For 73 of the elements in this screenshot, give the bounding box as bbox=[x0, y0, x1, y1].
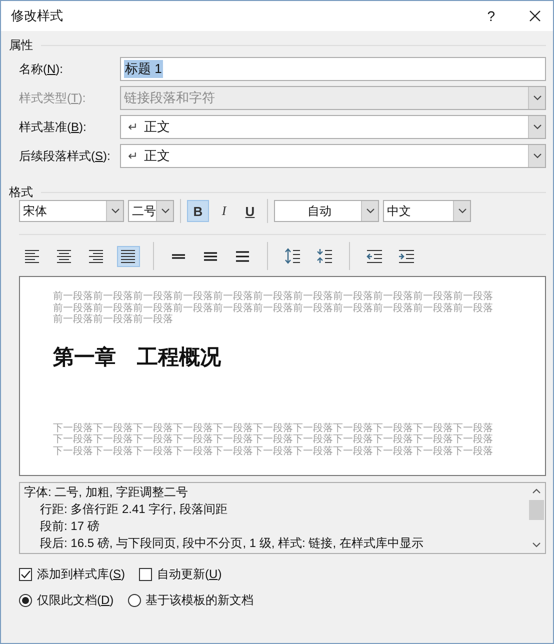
chevron-down-icon bbox=[532, 124, 542, 130]
align-left-icon bbox=[24, 248, 41, 264]
preview-text: 下一段落下一段落下一段落下一段落下一段落下一段落下一段落下一段落下一段落下一段落下一段落 bbox=[53, 446, 494, 457]
increase-indent-icon bbox=[398, 248, 415, 264]
dropdown-field[interactable]: ↵ 正文 bbox=[120, 144, 546, 168]
preview-text: 前一段落前一段落前一段落前一段落前一段落前一段落前一段落前一段落前一段落前一段落前一段落 bbox=[53, 302, 494, 314]
dropdown-button[interactable] bbox=[156, 201, 173, 221]
dropdown-field[interactable]: ↵ 正文 bbox=[120, 115, 546, 139]
chevron-down-icon bbox=[458, 208, 466, 214]
section-heading: 格式 bbox=[9, 184, 33, 200]
line-spacing-icon bbox=[284, 248, 301, 264]
field-label: 后续段落样式(S): bbox=[19, 148, 112, 164]
description-text: 段前: 17 磅 bbox=[39, 518, 100, 535]
field-label: 名称(N): bbox=[19, 60, 64, 78]
section-heading: 属性 bbox=[9, 37, 33, 53]
preview-text: 前一段落前一段落前一段落 bbox=[53, 314, 174, 326]
checkbox[interactable] bbox=[139, 568, 152, 581]
checkbox-label: 自动更新(U) bbox=[157, 566, 222, 583]
field-label: 样式类型(T): bbox=[19, 90, 87, 106]
bold-button[interactable]: B bbox=[187, 200, 209, 222]
chevron-down-icon bbox=[532, 95, 542, 101]
italic-button[interactable]: I bbox=[213, 200, 235, 222]
decrease-indent-icon bbox=[366, 248, 383, 264]
paragraph-spacing-icon bbox=[316, 248, 333, 264]
spacing-icon bbox=[204, 252, 217, 260]
paragraph-mark: ↵ bbox=[128, 120, 138, 134]
dropdown-button[interactable] bbox=[528, 116, 545, 138]
chevron-down-icon bbox=[532, 153, 542, 159]
justify-icon bbox=[120, 248, 137, 264]
align-center-icon bbox=[56, 248, 73, 264]
preview-text: 下一段落下一段落下一段落下一段落下一段落下一段落下一段落下一段落下一段落下一段落下一段落 bbox=[53, 434, 494, 446]
chevron-down-icon bbox=[110, 208, 120, 214]
field-value: 正文 bbox=[144, 118, 170, 136]
field-label: 样式基准(B): bbox=[19, 118, 88, 136]
checkbox-label: 添加到样式库(S) bbox=[37, 566, 126, 583]
single-spacing-icon bbox=[172, 254, 185, 258]
dropdown-field[interactable]: 自动 bbox=[274, 200, 379, 222]
scrollbar-thumb[interactable] bbox=[529, 500, 544, 520]
align-right-icon bbox=[88, 248, 105, 264]
preview-text: 下一段落下一段落下一段落下一段落下一段落下一段落下一段落下一段落下一段落下一段落下一段落 bbox=[53, 422, 494, 434]
dropdown-button[interactable] bbox=[361, 201, 378, 221]
dropdown-button[interactable] bbox=[453, 201, 470, 221]
justify-button[interactable] bbox=[117, 246, 140, 266]
scroll-up-icon bbox=[532, 488, 541, 494]
dropdown-button[interactable] bbox=[106, 201, 123, 221]
preview-heading: 第一章 工程概况 bbox=[53, 344, 222, 370]
preview-text: 前一段落前一段落前一段落前一段落前一段落前一段落前一段落前一段落前一段落前一段落前一段落 bbox=[53, 291, 494, 302]
input-field[interactable]: 标题 1 bbox=[120, 57, 546, 81]
description-text: 段后: 16.5 磅, 与下段同页, 段中不分页, 1 级, 样式: 链接, 在样式库中显示 bbox=[39, 535, 424, 552]
checkbox[interactable] bbox=[19, 568, 32, 581]
scroll-down-icon bbox=[532, 542, 541, 548]
underline-button[interactable]: U bbox=[239, 200, 261, 222]
window-title: 修改样式 bbox=[11, 7, 63, 25]
chevron-down-icon bbox=[366, 208, 374, 214]
help-button[interactable]: ? bbox=[485, 8, 497, 24]
dropdown-field[interactable]: 中文 bbox=[383, 200, 471, 222]
paragraph-mark: ↵ bbox=[128, 149, 138, 163]
field-value: 正文 bbox=[144, 147, 170, 165]
close-button[interactable] bbox=[527, 8, 543, 24]
dropdown-button[interactable] bbox=[528, 145, 545, 167]
chevron-down-icon bbox=[160, 208, 170, 214]
close-icon bbox=[529, 10, 541, 22]
description-text: 字体: 二号, 加粗, 字距调整二号 bbox=[24, 484, 190, 501]
double-spacing-icon bbox=[236, 250, 249, 262]
field-value: 链接段落和字符 bbox=[124, 89, 215, 107]
radio-button[interactable] bbox=[128, 594, 141, 607]
dropdown-field[interactable]: 二号 bbox=[128, 200, 174, 222]
radio-label: 仅限此文档(D) bbox=[37, 592, 114, 609]
description-text: 行距: 多倍行距 2.41 字行, 段落间距 bbox=[39, 501, 228, 518]
checkmark-icon bbox=[20, 569, 31, 580]
dropdown-field[interactable]: 宋体 bbox=[19, 200, 124, 222]
radio-label: 基于该模板的新文档 bbox=[146, 592, 254, 609]
radio-button[interactable] bbox=[19, 594, 32, 607]
